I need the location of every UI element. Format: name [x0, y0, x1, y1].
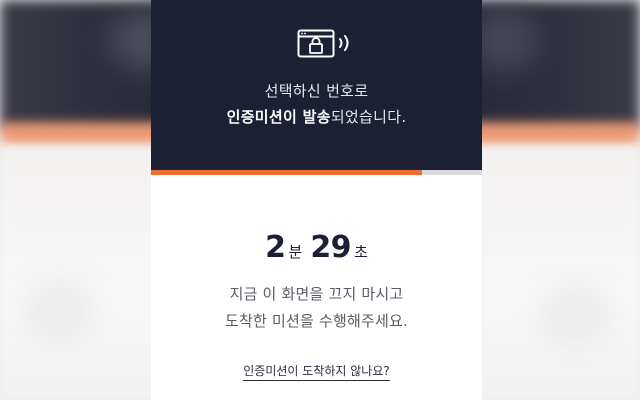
timer-minutes-unit: 분: [288, 243, 303, 261]
timer-minutes: 2: [265, 230, 286, 265]
countdown-timer: 2 분 29 초: [151, 230, 482, 265]
header-message-bold: 인증미션이 발송: [226, 108, 331, 126]
countdown-progress-bar: [151, 170, 482, 175]
instruction-line1: 지금 이 화면을 끄지 마시고: [229, 285, 404, 303]
countdown-progress-fill: [151, 170, 423, 175]
panel-header: 선택하신 번호로 인증미션이 발송되었습니다.: [151, 0, 482, 170]
instruction-line2: 도착한 미션을 수행해주세요.: [225, 312, 408, 330]
browser-lock-wireless-icon: [297, 28, 357, 62]
background-blur-shape: [540, 285, 610, 345]
background-blur-shape: [24, 280, 94, 340]
mission-not-received-link[interactable]: 인증미션이 도착하지 않나요?: [243, 364, 390, 381]
mission-not-received-link-wrap: 인증미션이 도착하지 않나요?: [151, 360, 482, 381]
header-message-line2: 인증미션이 발송되었습니다.: [151, 106, 482, 127]
header-message-rest: 되었습니다.: [330, 108, 407, 126]
header-message-line1: 선택하신 번호로: [264, 82, 369, 100]
verification-panel: 선택하신 번호로 인증미션이 발송되었습니다. 2 분 29 초 지금 이 화면을 끄…: [151, 0, 482, 400]
timer-seconds-unit: 초: [354, 243, 368, 261]
timer-seconds: 29: [310, 230, 352, 265]
